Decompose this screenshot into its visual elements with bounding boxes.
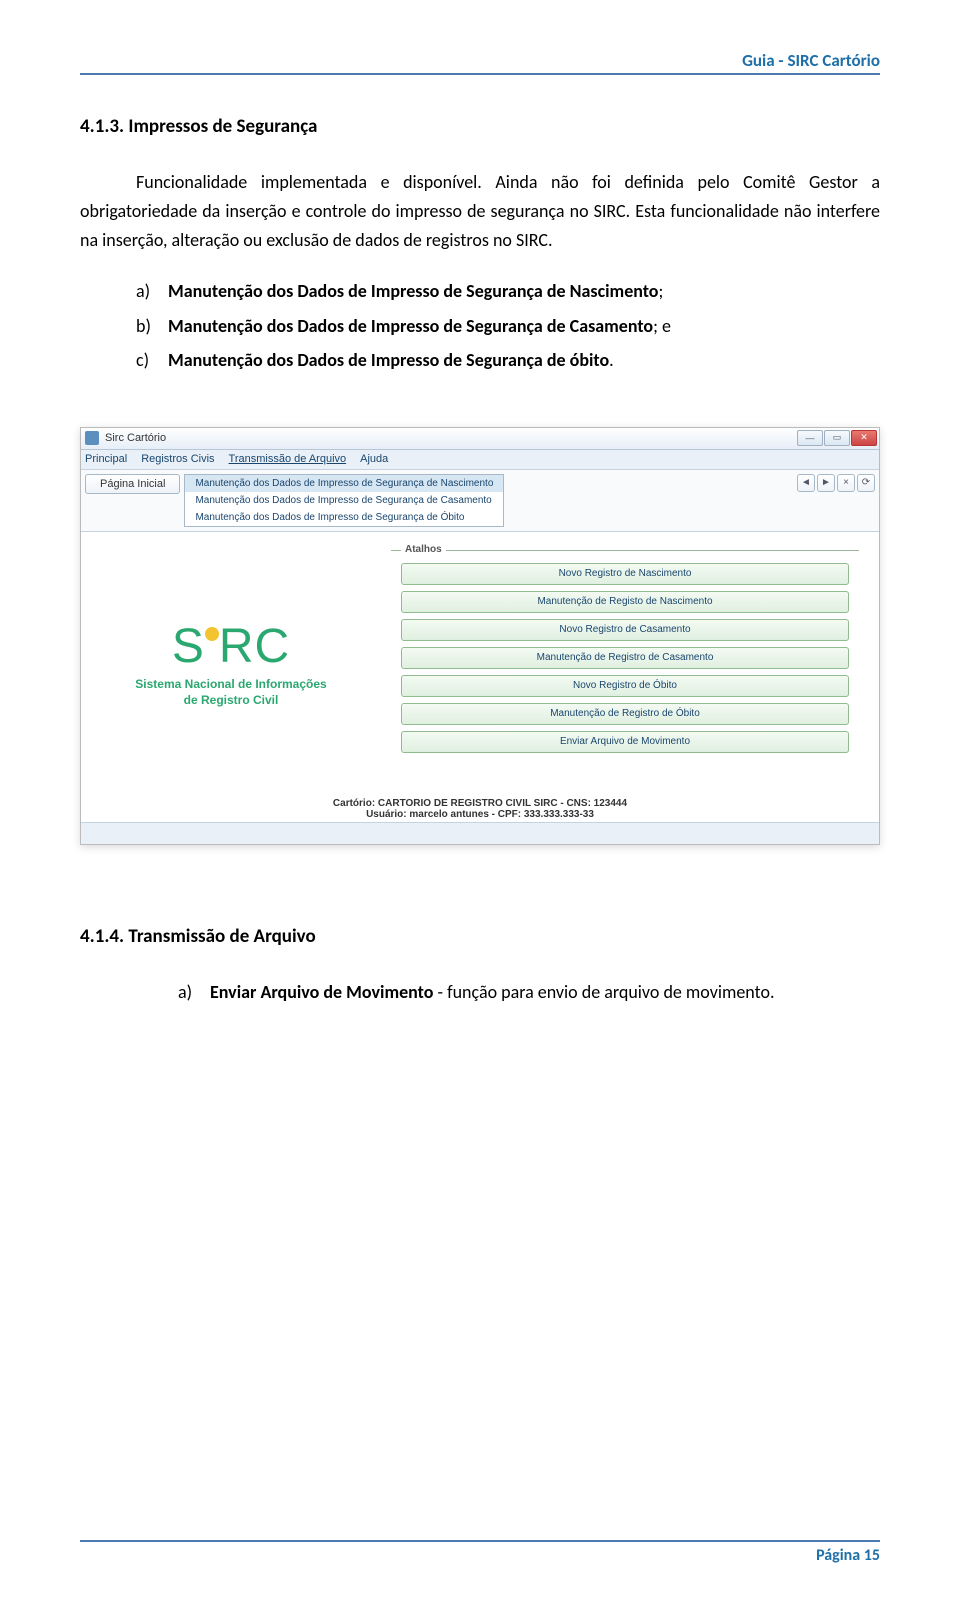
nav-controls: ◄ ► × ⟳: [793, 470, 879, 496]
nav-refresh-button[interactable]: ⟳: [857, 474, 875, 492]
nav-stop-button[interactable]: ×: [837, 474, 855, 492]
nav-forward-button[interactable]: ►: [817, 474, 835, 492]
nav-back-button[interactable]: ◄: [797, 474, 815, 492]
app-footer-info: Cartório: CARTORIO DE REGISTRO CIVIL SIR…: [81, 792, 879, 822]
list-text: Enviar Arquivo de Movimento - função par…: [210, 978, 880, 1007]
doc-header-title: Guia - SIRC Cartório: [742, 50, 880, 71]
document-header: Guia - SIRC Cartório: [80, 50, 880, 75]
logo-dot-icon: [205, 627, 219, 641]
shortcut-novo-obito[interactable]: Novo Registro de Óbito: [401, 675, 849, 697]
list-text: Manutenção dos Dados de Impresso de Segu…: [168, 274, 880, 308]
section-413-heading: 4.1.3. Impressos de Segurança: [80, 115, 880, 138]
sirc-logo: SRC: [172, 623, 290, 671]
document-page: Guia - SIRC Cartório 4.1.3. Impressos de…: [0, 0, 960, 1605]
shortcuts-stack: Novo Registro de Nascimento Manutenção d…: [391, 563, 859, 753]
menu-registros-civis[interactable]: Registros Civis: [141, 453, 214, 465]
dropdown-item[interactable]: Manutenção dos Dados de Impresso de Segu…: [185, 475, 503, 492]
list-text: Manutenção dos Dados de Impresso de Segu…: [168, 309, 880, 343]
list-item: c) Manutenção dos Dados de Impresso de S…: [136, 343, 880, 377]
menu-ajuda[interactable]: Ajuda: [360, 453, 388, 465]
minimize-button[interactable]: —: [797, 430, 823, 446]
status-bar: [81, 822, 879, 844]
app-body: SRC Sistema Nacional de Informações de R…: [81, 532, 879, 792]
menu-transmissao-arquivo[interactable]: Transmissão de Arquivo: [229, 453, 347, 465]
dropdown-menu: Manutenção dos Dados de Impresso de Segu…: [184, 474, 504, 527]
page-number: Página 15: [816, 1546, 880, 1565]
list-item: a) Manutenção dos Dados de Impresso de S…: [136, 274, 880, 308]
maximize-button[interactable]: ▭: [824, 430, 850, 446]
list-item: b) Manutenção dos Dados de Impresso de S…: [136, 309, 880, 343]
logo-panel: SRC Sistema Nacional de Informações de R…: [101, 550, 361, 782]
close-button[interactable]: ✕: [851, 430, 877, 446]
shortcut-manut-obito[interactable]: Manutenção de Registro de Óbito: [401, 703, 849, 725]
app-screenshot: Sirc Cartório — ▭ ✕ Principal Registros …: [80, 427, 880, 845]
shortcut-novo-nascimento[interactable]: Novo Registro de Nascimento: [401, 563, 849, 585]
menubar: Principal Registros Civis Transmissão de…: [81, 450, 879, 470]
dropdown-item[interactable]: Manutenção dos Dados de Impresso de Segu…: [185, 492, 503, 509]
window-titlebar[interactable]: Sirc Cartório — ▭ ✕: [81, 428, 879, 450]
document-footer: Página 15: [80, 1540, 880, 1565]
list-marker: b): [136, 309, 158, 343]
window-title: Sirc Cartório: [105, 432, 166, 444]
footer-cartorio: Cartório: CARTORIO DE REGISTRO CIVIL SIR…: [81, 798, 879, 809]
list-marker: a): [178, 978, 200, 1007]
shortcut-manut-nascimento[interactable]: Manutenção de Registo de Nascimento: [401, 591, 849, 613]
shortcuts-label: Atalhos: [401, 544, 446, 555]
footer-usuario: Usuário: marcelo antunes - CPF: 333.333.…: [81, 809, 879, 820]
list-marker: c): [136, 343, 158, 377]
list-marker: a): [136, 274, 158, 308]
logo-subtitle: Sistema Nacional de Informações de Regis…: [135, 677, 326, 708]
dropdown-item[interactable]: Manutenção dos Dados de Impresso de Segu…: [185, 509, 503, 526]
shortcut-novo-casamento[interactable]: Novo Registro de Casamento: [401, 619, 849, 641]
list-text: Manutenção dos Dados de Impresso de Segu…: [168, 343, 880, 377]
app-icon: [85, 431, 99, 445]
section-413-list: a) Manutenção dos Dados de Impresso de S…: [136, 274, 880, 377]
section-414-item: a) Enviar Arquivo de Movimento - função …: [178, 978, 880, 1007]
shortcuts-panel: Atalhos Novo Registro de Nascimento Manu…: [391, 550, 859, 782]
section-414-heading: 4.1.4. Transmissão de Arquivo: [80, 925, 880, 948]
menu-principal[interactable]: Principal: [85, 453, 127, 465]
shortcut-enviar-arquivo[interactable]: Enviar Arquivo de Movimento: [401, 731, 849, 753]
pagina-inicial-button[interactable]: Página Inicial: [85, 474, 180, 494]
shortcut-manut-casamento[interactable]: Manutenção de Registro de Casamento: [401, 647, 849, 669]
section-413-paragraph: Funcionalidade implementada e disponível…: [80, 168, 880, 254]
window-controls: — ▭ ✕: [797, 430, 877, 446]
toolbar-row: Página Inicial Manutenção dos Dados de I…: [81, 470, 879, 532]
